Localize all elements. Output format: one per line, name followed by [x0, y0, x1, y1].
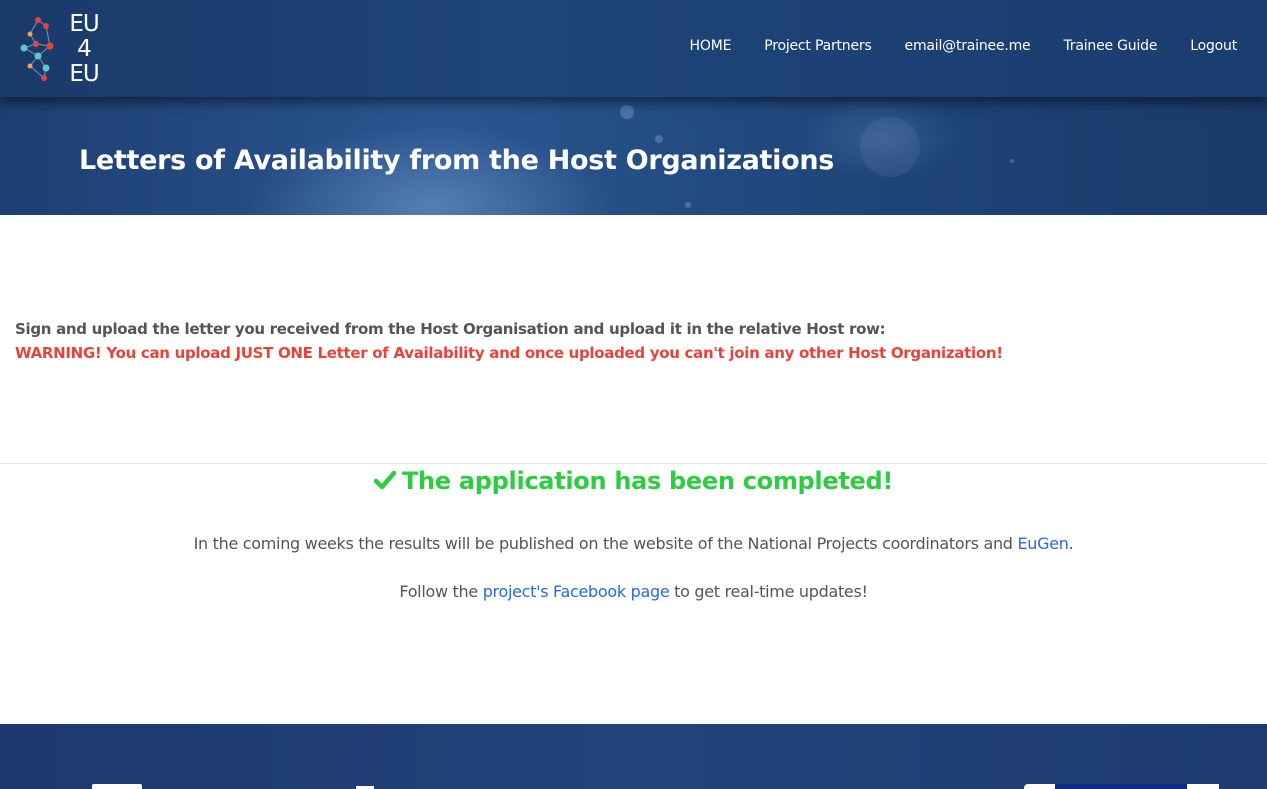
completion-text: The application has been completed! — [401, 467, 894, 495]
nav-trainee-guide-link[interactable]: Trainee Guide — [1063, 38, 1157, 54]
page-banner: Letters of Availability from the Host Or… — [0, 97, 1267, 215]
page-title: Letters of Availability from the Host Or… — [79, 145, 835, 176]
upload-instructions: Sign and upload the letter you received … — [15, 317, 1255, 365]
results-info: In the coming weeks the results will be … — [0, 534, 1267, 553]
banner-bokeh-dot — [620, 105, 634, 119]
logo-line-2: 4 — [77, 36, 92, 62]
banner-bokeh-dot — [1010, 159, 1014, 163]
facebook-page-link[interactable]: project's Facebook page — [483, 582, 670, 601]
follow-text-suffix: to get real-time updates! — [669, 582, 868, 601]
nav-user-email-link[interactable]: email@trainee.me — [905, 38, 1031, 54]
instruction-text: Sign and upload the letter you received … — [15, 320, 886, 338]
footer-partial-logo — [92, 784, 142, 789]
completion-message: The application has been completed! — [0, 467, 1267, 496]
logo-text: EU 4 EU — [62, 12, 106, 87]
site-footer — [0, 724, 1267, 789]
warning-text: WARNING! You can upload JUST ONE Letter … — [15, 344, 1003, 362]
nav-home-link[interactable]: HOME — [690, 38, 732, 54]
eu4eu-logo[interactable]: EU 4 EU — [16, 12, 106, 88]
footer-badge-flag — [1055, 784, 1187, 789]
network-nodes-icon — [20, 17, 54, 81]
section-divider — [0, 463, 1267, 464]
logo-line-3: EU — [69, 61, 99, 87]
follow-info: Follow the project's Facebook page to ge… — [0, 582, 1267, 601]
checkmark-icon — [373, 468, 397, 496]
logo-line-1: EU — [69, 11, 99, 37]
banner-bokeh-dot — [860, 117, 920, 177]
results-text-suffix: . — [1068, 534, 1074, 553]
banner-bokeh-dot — [655, 135, 663, 143]
site-header: EU 4 EU HOME Project Partners email@trai… — [0, 0, 1267, 97]
banner-bokeh-dot — [685, 202, 691, 208]
nav-logout-link[interactable]: Logout — [1190, 38, 1237, 54]
results-text-prefix: In the coming weeks the results will be … — [193, 534, 1018, 553]
eugen-link[interactable]: EuGen — [1017, 534, 1068, 553]
main-navigation: HOME Project Partners email@trainee.me T… — [657, 38, 1238, 54]
follow-text-prefix: Follow the — [399, 582, 483, 601]
nav-project-partners-link[interactable]: Project Partners — [764, 38, 872, 54]
